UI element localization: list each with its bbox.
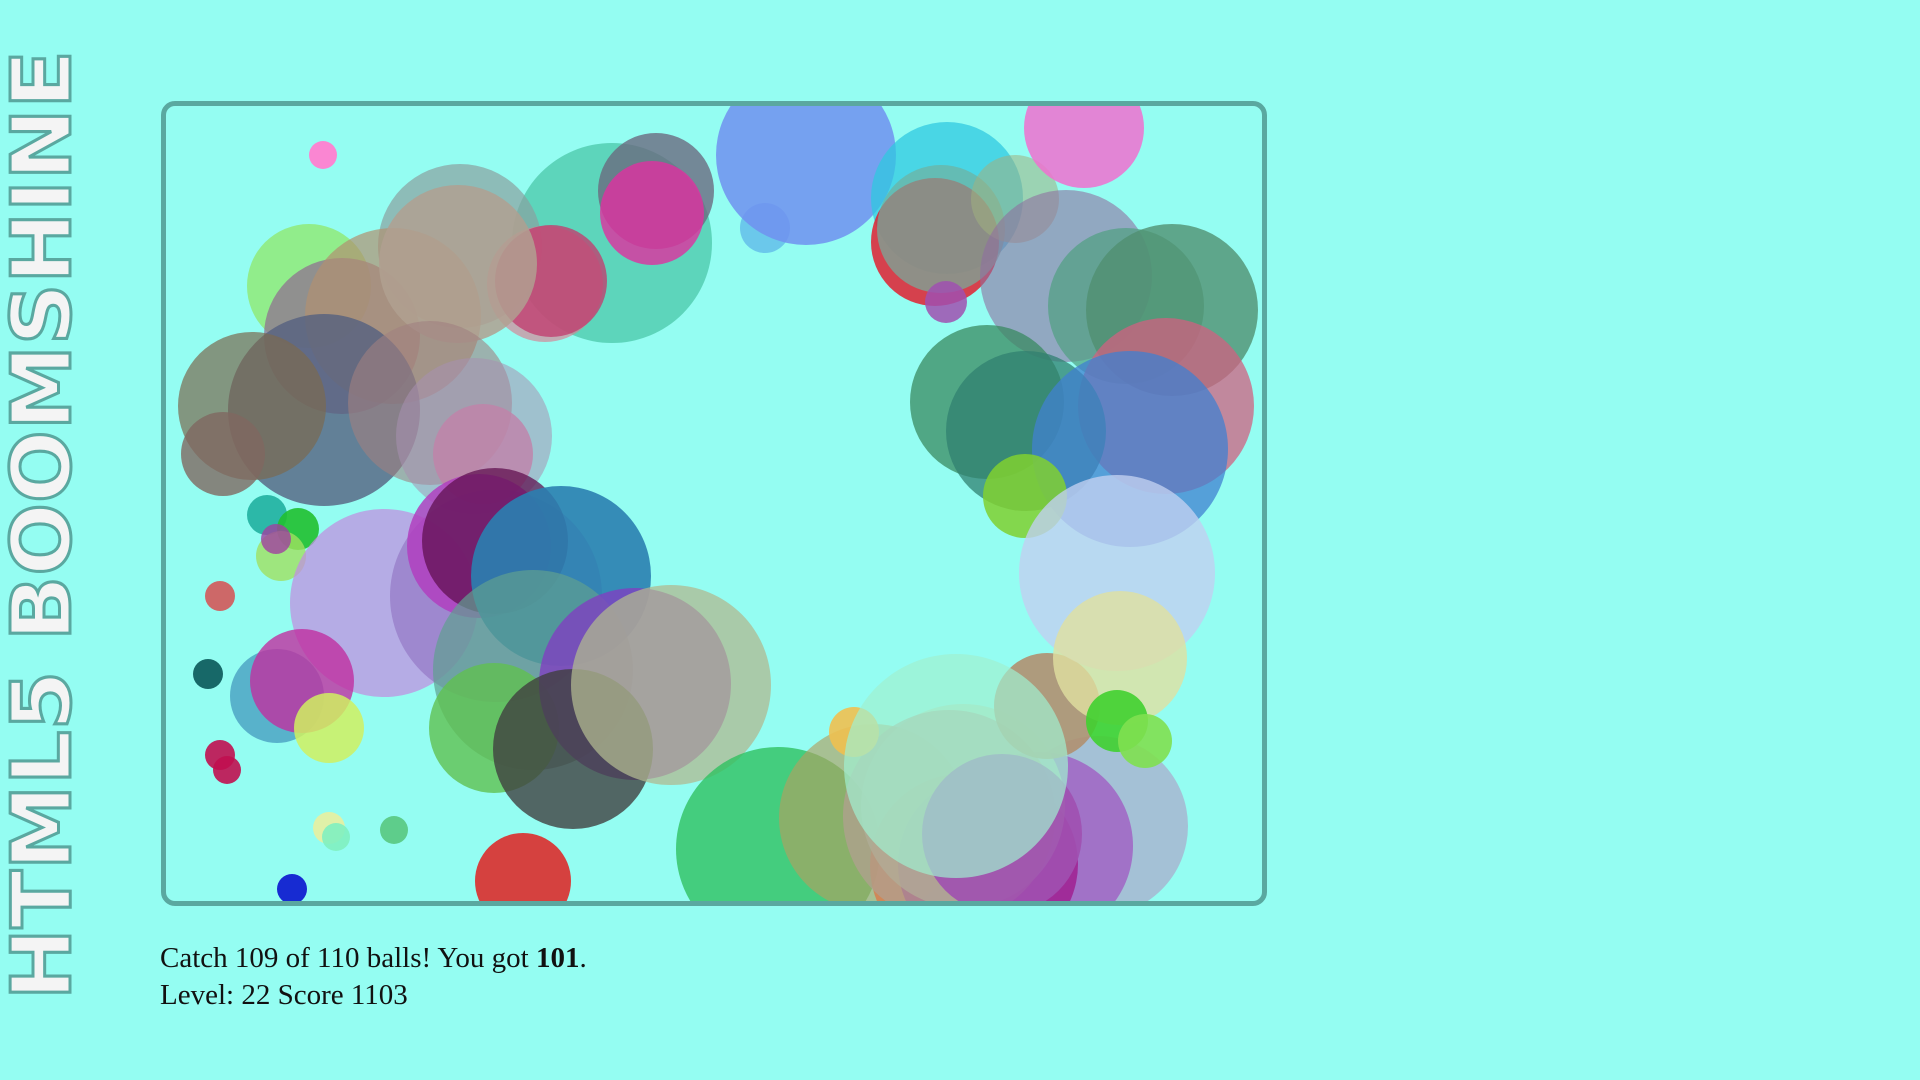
goal-suffix: . bbox=[579, 942, 587, 974]
ball bbox=[309, 141, 337, 169]
goal-prefix: Catch 109 of 110 balls! You got bbox=[160, 942, 536, 974]
ball bbox=[379, 185, 537, 343]
level-score-line: Level: 22 Score 1103 bbox=[160, 979, 408, 1011]
game-title: HTML5 BOOMSHINE bbox=[0, 0, 90, 1000]
goal-line: Catch 109 of 110 balls! You got 101. bbox=[160, 940, 587, 977]
ball bbox=[205, 581, 235, 611]
ball bbox=[193, 659, 223, 689]
game-board[interactable] bbox=[161, 101, 1267, 906]
ball bbox=[1118, 714, 1172, 768]
game-page: HTML5 BOOMSHINE Catch 109 of 110 balls! … bbox=[0, 0, 1920, 1080]
ball bbox=[844, 654, 1068, 878]
ball bbox=[261, 524, 291, 554]
game-title-text: HTML5 BOOMSHINE bbox=[0, 50, 90, 1000]
balls-layer bbox=[178, 106, 1258, 901]
status-panel: Catch 109 of 110 balls! You got 101. Lev… bbox=[160, 940, 587, 1014]
ball bbox=[380, 816, 408, 844]
ball bbox=[600, 161, 704, 265]
ball bbox=[181, 412, 265, 496]
ball bbox=[475, 833, 571, 901]
ball bbox=[213, 756, 241, 784]
ball bbox=[277, 874, 307, 901]
ball bbox=[925, 281, 967, 323]
caught-count: 101 bbox=[535, 942, 580, 974]
ball bbox=[322, 823, 350, 851]
ball bbox=[294, 693, 364, 763]
